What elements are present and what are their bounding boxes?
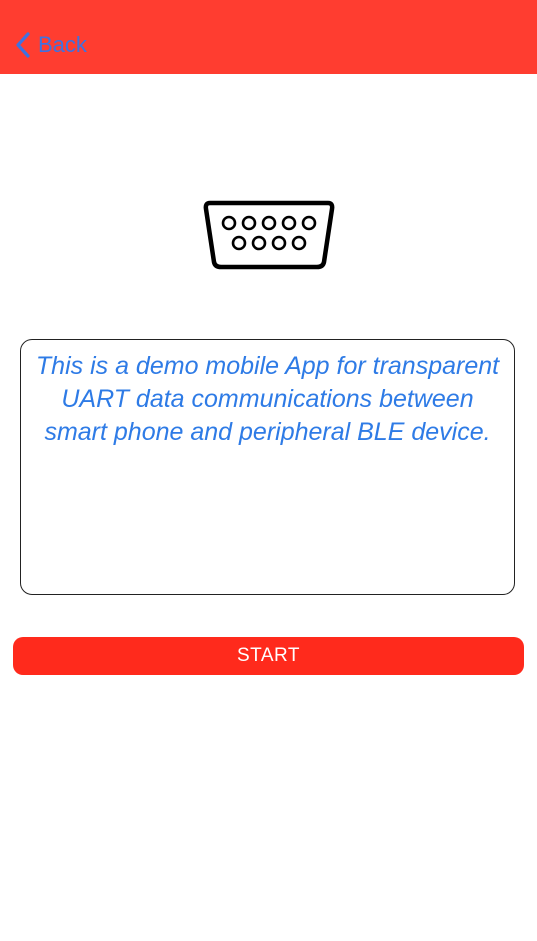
app-screen: Back This is a demo mobile App for trans… — [0, 0, 537, 941]
back-button[interactable]: Back — [12, 28, 87, 62]
back-label: Back — [38, 32, 87, 57]
chevron-left-icon — [16, 32, 30, 58]
description-box: This is a demo mobile App for transparen… — [20, 339, 515, 595]
start-button[interactable]: START — [13, 637, 524, 675]
navigation-bar: Back — [0, 0, 537, 74]
serial-port-icon — [203, 200, 335, 270]
description-text: This is a demo mobile App for transparen… — [35, 352, 500, 446]
